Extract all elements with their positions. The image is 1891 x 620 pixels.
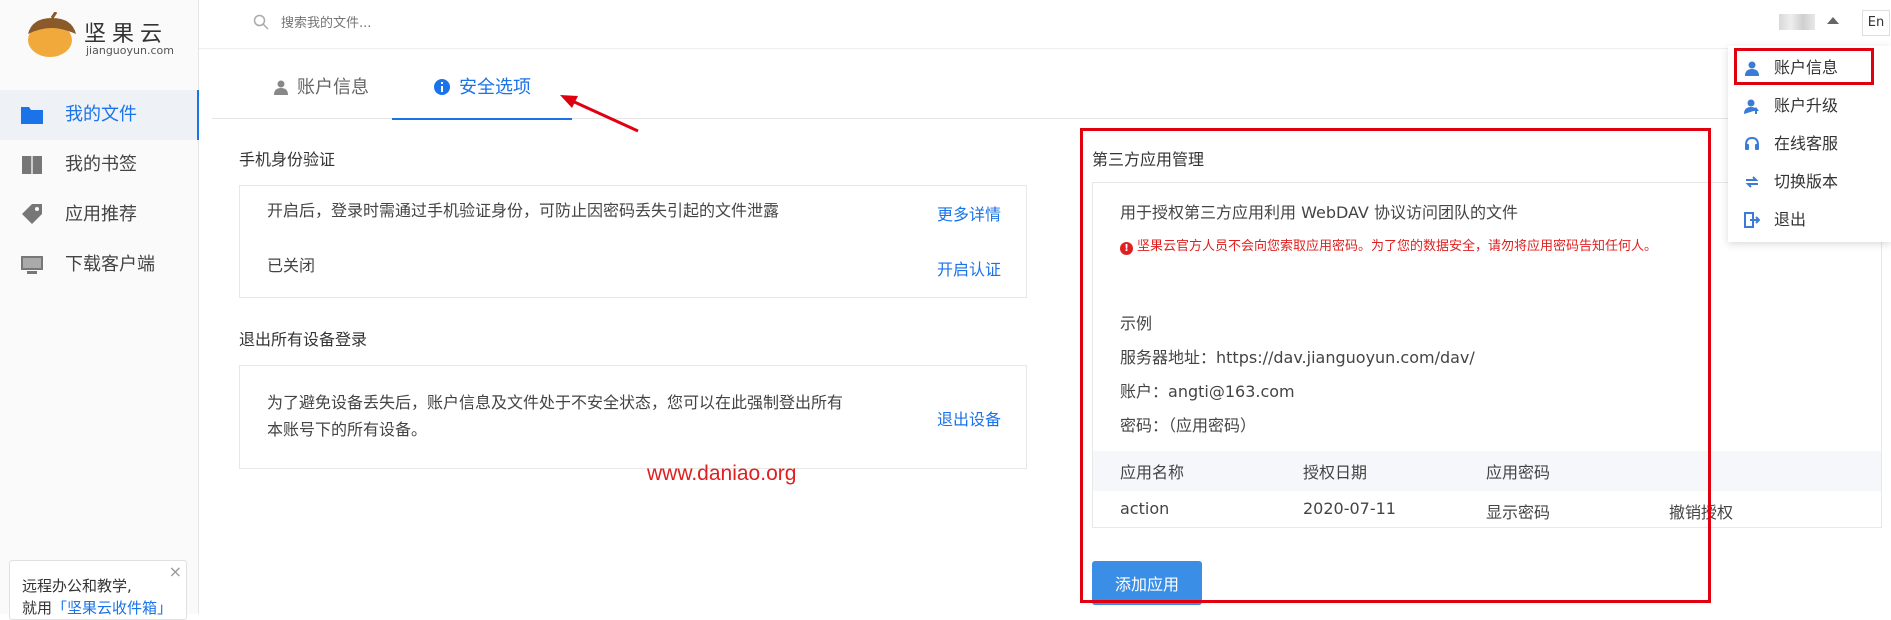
sidebar-item-bookmarks[interactable]: 我的书签 xyxy=(0,140,199,190)
menu-item-online-support[interactable]: 在线客服 xyxy=(1728,125,1891,163)
avatar[interactable] xyxy=(1779,14,1815,30)
user-upgrade-icon xyxy=(1744,99,1759,114)
logout-all-description-1: 为了避免设备丢失后，账户信息及文件处于不安全状态，您可以在此强制登出所有 xyxy=(267,393,844,412)
promo-link[interactable]: 「坚果云收件箱」 xyxy=(52,599,172,617)
enable-auth-link[interactable]: 开启认证 xyxy=(937,256,1001,280)
phone-auth-status: 已关闭 xyxy=(267,256,316,275)
phone-auth-card: 开启后，登录时需通过手机验证身份，可防止因密码丢失引起的文件泄露 更多详情 已关… xyxy=(239,185,1027,298)
menu-item-account-upgrade[interactable]: 账户升级 xyxy=(1728,87,1891,125)
logout-icon xyxy=(1744,212,1760,228)
logo[interactable]: 坚果云 jianguoyun.com xyxy=(22,12,182,62)
sidebar-item-label: 应用推荐 xyxy=(65,204,137,225)
sidebar-item-download-client[interactable]: 下载客户端 xyxy=(0,240,199,290)
promo-line-1: 远程办公和教学, xyxy=(22,577,132,595)
menu-item-label: 切换版本 xyxy=(1774,172,1839,191)
more-details-link[interactable]: 更多详情 xyxy=(937,201,1001,225)
annotation-box-account-info xyxy=(1734,48,1874,85)
switch-icon xyxy=(1745,176,1759,188)
language-toggle-button[interactable]: En xyxy=(1862,10,1890,36)
sidebar-nav: 我的文件 我的书签 应用推荐 下载客户端 xyxy=(0,90,199,290)
menu-item-label: 退出 xyxy=(1774,210,1807,229)
phone-auth-title: 手机身份验证 xyxy=(239,150,336,169)
watermark-text: www.daniao.org xyxy=(647,462,797,485)
sidebar-item-label: 下载客户端 xyxy=(65,254,155,275)
logout-all-title: 退出所有设备登录 xyxy=(239,330,368,349)
tab-security-options[interactable]: 安全选项 xyxy=(392,58,572,120)
annotation-box-third-party xyxy=(1080,128,1711,603)
info-icon xyxy=(434,79,450,95)
phone-auth-description: 开启后，登录时需通过手机验证身份，可防止因密码丢失引起的文件泄露 xyxy=(267,201,780,220)
menu-item-label: 账户升级 xyxy=(1774,96,1839,115)
logo-subtext: jianguoyun.com xyxy=(86,44,174,57)
sidebar-item-label: 我的文件 xyxy=(65,104,137,125)
folder-icon xyxy=(21,107,43,124)
menu-item-switch-version[interactable]: 切换版本 xyxy=(1728,163,1891,201)
acorn-logo-icon xyxy=(28,12,76,57)
menu-item-logout[interactable]: 退出 xyxy=(1728,201,1891,239)
promo-line-2: 就用「坚果云收件箱」 xyxy=(22,597,186,619)
sidebar-item-app-recommend[interactable]: 应用推荐 xyxy=(0,190,199,240)
user-icon xyxy=(274,80,288,95)
search-input[interactable] xyxy=(279,10,583,36)
tab-bar: 账户信息 安全选项 xyxy=(212,58,1891,120)
menu-item-label: 在线客服 xyxy=(1774,134,1839,153)
bookmark-icon xyxy=(22,156,42,174)
logout-devices-link[interactable]: 退出设备 xyxy=(937,406,1001,430)
monitor-icon xyxy=(21,256,43,274)
tag-icon xyxy=(22,204,42,224)
tab-label: 账户信息 xyxy=(297,77,369,98)
tab-account-info[interactable]: 账户信息 xyxy=(232,58,382,118)
promo-banner[interactable]: × 远程办公和教学, 就用「坚果云收件箱」 xyxy=(9,560,187,620)
sidebar-item-label: 我的书签 xyxy=(65,154,137,175)
search-icon xyxy=(253,14,269,30)
headset-icon xyxy=(1745,136,1759,150)
promo-line-2-prefix: 就用 xyxy=(22,599,53,617)
sidebar: 坚果云 jianguoyun.com 我的文件 我的书签 应用推荐 下载客户端 … xyxy=(0,0,199,620)
close-icon[interactable]: × xyxy=(169,561,182,583)
logout-all-description-2: 本账号下的所有设备。 xyxy=(267,420,428,439)
logout-all-card: 为了避免设备丢失后，账户信息及文件处于不安全状态，您可以在此强制登出所有 本账号… xyxy=(239,365,1027,469)
caret-up-icon[interactable] xyxy=(1827,17,1839,24)
tab-label: 安全选项 xyxy=(459,77,531,98)
top-bar: En xyxy=(199,0,1891,49)
sidebar-item-my-files[interactable]: 我的文件 xyxy=(0,90,199,140)
